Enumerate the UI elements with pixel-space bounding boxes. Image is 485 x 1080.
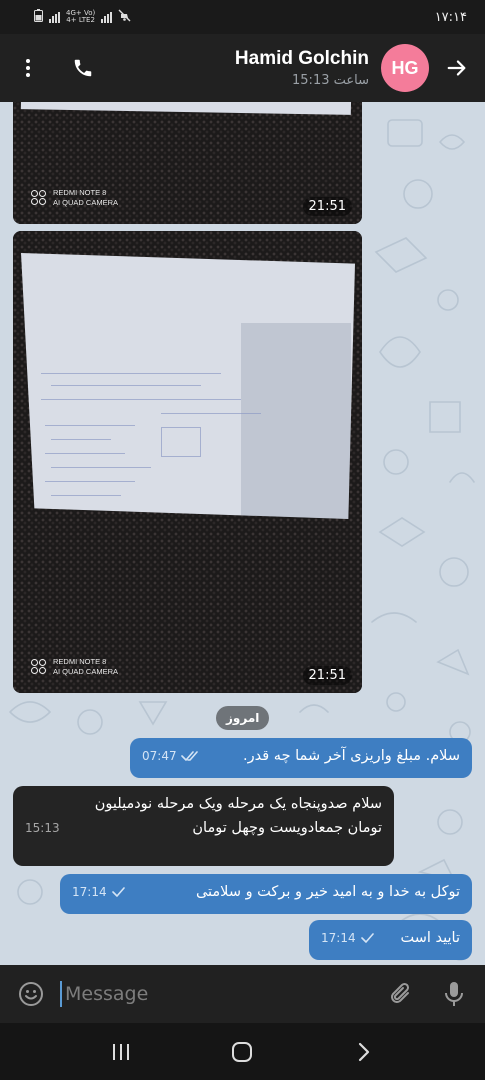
chat-area[interactable]: REDMI NOTE 8 AI QUAD CAMERA 21:51 REDMI N… — [0, 102, 485, 965]
date-separator: امروز — [216, 706, 270, 730]
outgoing-message[interactable]: سلام. مبلغ واریزی آخر شما چه قدر. 07:47 — [130, 738, 472, 778]
message-input-bar: Message — [0, 965, 485, 1023]
message-time: 17:14 — [72, 885, 107, 899]
phone-call-icon[interactable] — [68, 48, 98, 88]
more-options-icon[interactable] — [14, 48, 42, 88]
back-nav-icon[interactable] — [346, 1034, 382, 1070]
status-bar: 4G+ Vo) 4+ LTE2 ۱۷:۱۴ — [0, 0, 485, 34]
message-meta: 15:13 — [25, 816, 60, 840]
photo-message[interactable]: REDMI NOTE 8 AI QUAD CAMERA 21:51 — [13, 231, 362, 693]
avatar[interactable]: HG — [381, 44, 429, 92]
message-text: سلام صدوپنجاه یک مرحله ویک مرحله نودمیلی… — [94, 796, 382, 812]
camera-watermark: REDMI NOTE 8 AI QUAD CAMERA — [31, 188, 118, 208]
last-seen: ساعت 15:13 — [292, 73, 369, 88]
double-check-icon — [180, 750, 199, 762]
outgoing-message[interactable]: توکل به خدا و به امید خیر و برکت و سلامت… — [60, 874, 472, 914]
camera-logo-icon — [31, 190, 47, 206]
message-time: 17:14 — [321, 931, 356, 945]
check-icon — [360, 932, 374, 944]
home-icon[interactable] — [224, 1034, 260, 1070]
incoming-message[interactable]: سلام صدوپنجاه یک مرحله ویک مرحله نودمیلی… — [13, 786, 394, 866]
message-meta: 17:14 — [321, 926, 374, 950]
check-icon — [111, 886, 125, 898]
emoji-icon[interactable] — [16, 979, 46, 1009]
message-meta: 17:14 — [72, 880, 125, 904]
mute-icon — [118, 9, 131, 25]
network-type: 4G+ Vo) 4+ LTE2 — [66, 9, 96, 24]
message-time: 21:51 — [302, 197, 352, 216]
message-text: سلام. مبلغ واریزی آخر شما چه قدر. — [243, 748, 460, 764]
attachment-icon[interactable] — [387, 979, 417, 1009]
system-nav-bar — [0, 1023, 485, 1080]
status-clock: ۱۷:۱۴ — [434, 9, 467, 25]
battery-icon — [34, 9, 43, 25]
message-text: تایید است — [400, 930, 460, 946]
message-text: تومان جمعادویست وچهل تومان — [192, 820, 382, 836]
back-arrow-icon[interactable] — [443, 48, 471, 88]
receipt-paper — [21, 253, 355, 519]
recent-apps-icon[interactable] — [103, 1034, 139, 1070]
camera-watermark: REDMI NOTE 8 AI QUAD CAMERA — [31, 657, 118, 677]
outgoing-message[interactable]: تایید است 17:14 — [309, 920, 472, 960]
message-input[interactable]: Message — [60, 981, 387, 1007]
camera-logo-icon — [31, 659, 47, 675]
contact-name: Hamid Golchin — [234, 48, 369, 69]
chat-header: Hamid Golchin ساعت 15:13 HG — [0, 34, 485, 102]
message-text: توکل به خدا و به امید خیر و برکت و سلامت… — [195, 884, 460, 900]
microphone-icon[interactable] — [439, 979, 469, 1009]
message-time: 15:13 — [25, 821, 60, 835]
message-time: 21:51 — [302, 666, 352, 685]
signal-icon — [101, 11, 113, 23]
contact-info[interactable]: Hamid Golchin ساعت 15:13 — [235, 48, 369, 88]
photo-message[interactable]: REDMI NOTE 8 AI QUAD CAMERA 21:51 — [13, 102, 362, 224]
message-time: 07:47 — [142, 749, 177, 763]
signal-icon — [49, 11, 60, 23]
message-meta: 07:47 — [142, 744, 199, 768]
